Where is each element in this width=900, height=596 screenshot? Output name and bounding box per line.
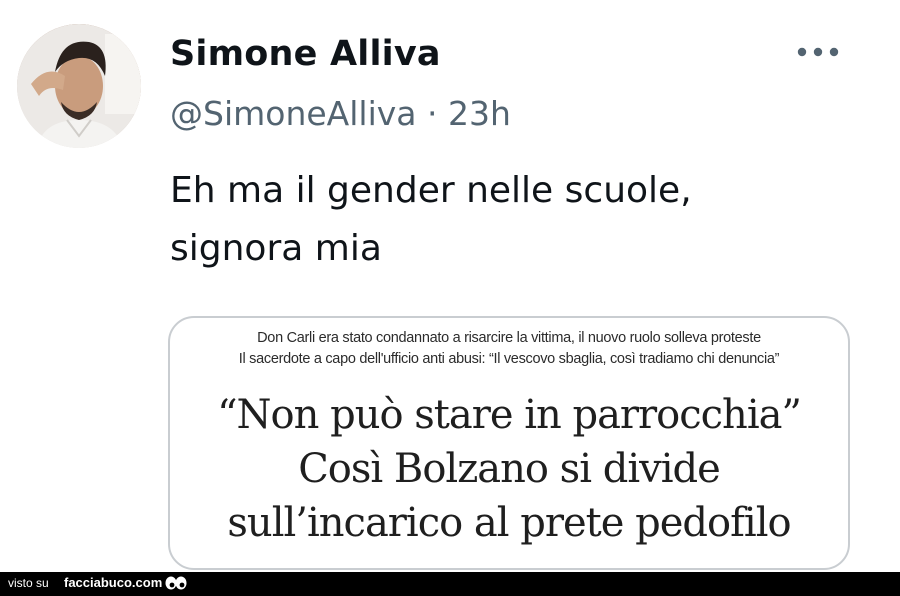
tweet-text-line: Eh ma il gender nelle scuole, [170,170,692,211]
watermark-site[interactable]: facciabuco.com [64,575,162,590]
eyes-icon [165,576,187,590]
article-headline: “Non può stare in parrocchia” Così Bolza… [170,388,848,550]
tweet-text-line: signora mia [170,228,382,269]
profile-photo [17,24,141,148]
article-subkicker: Il sacerdote a capo dell'ufficio anti ab… [238,351,780,367]
display-name[interactable]: Simone Alliva [170,34,441,74]
tweet-text: Eh ma il gender nelle scuole, signora mi… [170,162,810,278]
media-image[interactable]: Don Carli era stato condannato a risarci… [168,316,850,570]
handle-line: @SimoneAlliva · 23h [170,94,511,133]
headline-line: Così Bolzano si divide [298,446,721,492]
headline-line: sull’incarico al prete pedofilo [227,500,791,546]
tweet: Simone Alliva @SimoneAlliva · 23h Eh ma … [0,0,900,572]
more-horizontal-icon[interactable] [796,44,840,60]
article-kicker: Don Carli era stato condannato a risarci… [257,330,761,346]
avatar[interactable] [17,24,141,148]
timestamp[interactable]: 23h [448,94,511,133]
user-handle[interactable]: @SimoneAlliva [170,94,417,133]
headline-line: “Non può stare in parrocchia” [217,392,802,438]
watermark-prefix: visto su [8,576,49,590]
watermark-bar: visto su facciabuco.com [0,572,900,596]
separator: · [427,94,438,133]
